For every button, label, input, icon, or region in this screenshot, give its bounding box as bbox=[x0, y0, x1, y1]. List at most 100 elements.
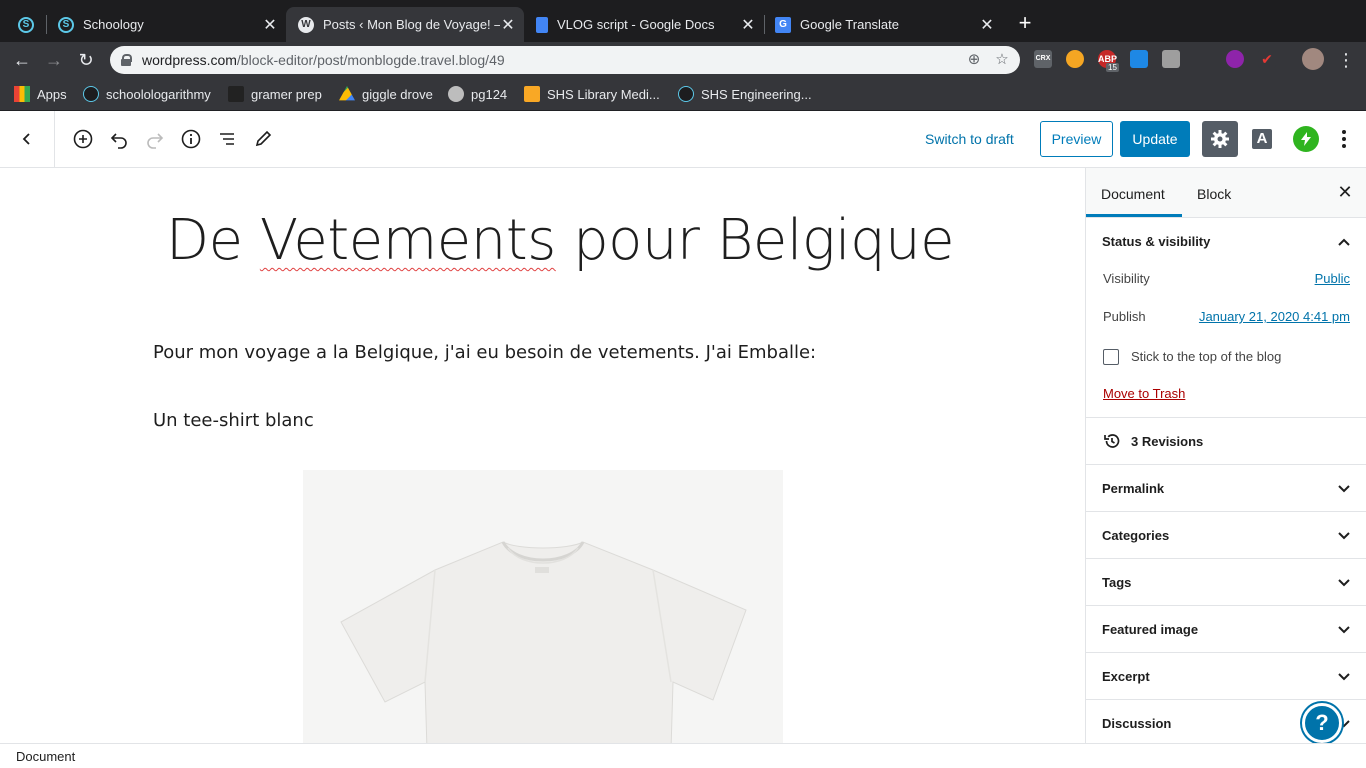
paragraph-block[interactable]: Un tee-shirt blanc bbox=[153, 410, 314, 431]
schoology-icon: S bbox=[18, 16, 34, 33]
close-sidebar-icon[interactable]: ✕ bbox=[1336, 182, 1354, 203]
bookmark-schoolologarithmy[interactable]: schoolologarithmy bbox=[83, 86, 211, 102]
update-button[interactable]: Update bbox=[1120, 121, 1190, 157]
divider bbox=[1086, 417, 1366, 418]
add-circle-icon[interactable]: ⊕ bbox=[964, 50, 984, 70]
block-navigation-button[interactable] bbox=[215, 127, 239, 151]
move-to-trash-button[interactable]: Move to Trash bbox=[1103, 386, 1185, 401]
breadcrumb-document[interactable]: Document bbox=[16, 749, 75, 764]
tab-document[interactable]: Document bbox=[1101, 186, 1165, 202]
divider bbox=[1086, 558, 1366, 559]
bookmark-label: schoolologarithmy bbox=[106, 86, 211, 102]
tab-google-translate[interactable]: G Google Translate ✕ bbox=[775, 7, 995, 42]
undo-button[interactable] bbox=[107, 127, 131, 151]
close-tab-icon[interactable]: ✕ bbox=[979, 15, 995, 35]
close-tab-icon[interactable]: ✕ bbox=[500, 15, 516, 35]
stick-to-top-checkbox[interactable] bbox=[1103, 349, 1119, 365]
bookmarks-bar: Apps schoolologarithmy gramer prep giggl… bbox=[0, 78, 1366, 111]
tab-schoology[interactable]: S Schoology ✕ bbox=[58, 7, 278, 42]
tab-title: VLOG script - Google Docs bbox=[557, 17, 715, 32]
panel-categories[interactable]: Categories bbox=[1102, 528, 1169, 543]
plus-circle-icon bbox=[73, 129, 93, 149]
status-visibility-header[interactable]: Status & visibility bbox=[1102, 234, 1210, 249]
back-to-posts-button[interactable] bbox=[0, 111, 55, 167]
forward-arrow-icon[interactable]: → bbox=[42, 48, 66, 72]
post-title[interactable]: De Vetements pour Belgique bbox=[166, 208, 955, 273]
panel-discussion[interactable]: Discussion bbox=[1102, 716, 1171, 731]
stick-to-top-label[interactable]: Stick to the top of the blog bbox=[1131, 349, 1281, 364]
chevron-left-icon bbox=[22, 133, 30, 145]
bookmark-giggle-drove[interactable]: giggle drove bbox=[339, 86, 433, 102]
chevron-down-icon[interactable] bbox=[1336, 622, 1352, 638]
browser-tabstrip: S S Schoology ✕ W Posts ‹ Mon Blog de Vo… bbox=[0, 0, 1366, 42]
tab-google-docs[interactable]: VLOG script - Google Docs ✕ bbox=[536, 7, 756, 42]
jetpack-bolt-icon bbox=[1301, 132, 1311, 146]
tab-wordpress-posts[interactable]: W Posts ‹ Mon Blog de Voyage! — ✕ bbox=[286, 7, 524, 42]
help-button[interactable]: ? bbox=[1302, 703, 1342, 743]
wordpress-icon: W bbox=[298, 16, 314, 33]
paragraph-block[interactable]: Pour mon voyage a la Belgique, j'ai eu b… bbox=[153, 342, 816, 363]
star-icon[interactable]: ☆ bbox=[992, 50, 1012, 70]
address-bar[interactable]: wordpress.com/block-editor/post/monblogd… bbox=[110, 46, 1020, 74]
close-tab-icon[interactable]: ✕ bbox=[262, 15, 278, 35]
tab-block[interactable]: Block bbox=[1197, 186, 1231, 202]
panel-permalink[interactable]: Permalink bbox=[1102, 481, 1164, 496]
panel-featured-image[interactable]: Featured image bbox=[1102, 622, 1198, 637]
history-icon bbox=[1104, 434, 1120, 448]
schoology-icon: S bbox=[58, 16, 74, 33]
pinned-tab[interactable]: S bbox=[18, 7, 38, 42]
bookmark-label: pg124 bbox=[471, 86, 508, 102]
tools-button[interactable] bbox=[251, 127, 275, 151]
browser-menu-icon[interactable]: ⋮ bbox=[1334, 48, 1358, 72]
bookmark-apps[interactable]: Apps bbox=[14, 86, 67, 102]
check-extension-icon[interactable]: ✔ bbox=[1258, 50, 1276, 68]
google-translate-icon: G bbox=[775, 16, 791, 33]
chevron-down-icon[interactable] bbox=[1336, 528, 1352, 544]
pencil-icon bbox=[255, 130, 272, 147]
bookmark-pg124[interactable]: pg124 bbox=[448, 86, 507, 102]
bookmark-gramer-prep[interactable]: gramer prep bbox=[228, 86, 322, 102]
reload-icon[interactable]: ↻ bbox=[74, 48, 98, 72]
back-arrow-icon[interactable]: ← bbox=[10, 48, 34, 72]
dot bbox=[1342, 144, 1346, 148]
color-extension-icon[interactable] bbox=[1226, 50, 1244, 68]
new-tab-button[interactable]: + bbox=[1014, 12, 1036, 34]
chevron-down-icon[interactable] bbox=[1336, 669, 1352, 685]
more-options-button[interactable] bbox=[1334, 127, 1354, 151]
owl-extension-icon[interactable] bbox=[1066, 50, 1084, 68]
profile-avatar[interactable] bbox=[1302, 48, 1324, 70]
bookmark-shs-library[interactable]: SHS Library Medi... bbox=[524, 86, 660, 102]
chevron-down-icon[interactable] bbox=[1336, 575, 1352, 591]
panel-tags[interactable]: Tags bbox=[1102, 575, 1131, 590]
url-domain: wordpress.com bbox=[142, 52, 237, 68]
tracker-extension-icon[interactable] bbox=[1130, 50, 1148, 68]
publish-date-toggle[interactable]: January 21, 2020 4:41 pm bbox=[1199, 309, 1350, 324]
lock-icon bbox=[121, 54, 132, 66]
a-style-button[interactable]: A bbox=[1252, 129, 1272, 149]
add-block-button[interactable] bbox=[71, 127, 95, 151]
visibility-toggle[interactable]: Public bbox=[1315, 271, 1350, 286]
chevron-down-icon[interactable] bbox=[1336, 481, 1352, 497]
schoology-icon bbox=[83, 86, 99, 102]
bookmark-label: Apps bbox=[37, 86, 67, 102]
settings-button[interactable] bbox=[1202, 121, 1238, 157]
content-structure-button[interactable] bbox=[179, 127, 203, 151]
library-icon bbox=[524, 86, 540, 102]
image-block[interactable] bbox=[303, 470, 783, 743]
panel-excerpt[interactable]: Excerpt bbox=[1102, 669, 1150, 684]
chevron-up-icon[interactable] bbox=[1336, 234, 1352, 250]
crx-extension-icon[interactable]: CRX bbox=[1034, 50, 1052, 68]
preview-button[interactable]: Preview bbox=[1040, 121, 1113, 157]
close-tab-icon[interactable]: ✕ bbox=[740, 15, 756, 35]
redo-button[interactable] bbox=[143, 127, 167, 151]
title-text: De bbox=[166, 208, 260, 273]
switch-to-draft-button[interactable]: Switch to draft bbox=[925, 131, 1014, 147]
url-text[interactable]: wordpress.com/block-editor/post/monblogd… bbox=[142, 52, 964, 68]
redo-icon bbox=[147, 133, 164, 149]
active-tab-indicator bbox=[1086, 214, 1182, 217]
jetpack-button[interactable] bbox=[1293, 126, 1319, 152]
bookmark-shs-engineering[interactable]: SHS Engineering... bbox=[678, 86, 812, 102]
briefcase-extension-icon[interactable] bbox=[1162, 50, 1180, 68]
sidebar-tabs: Document Block ✕ bbox=[1086, 168, 1366, 218]
revisions-link[interactable]: 3 Revisions bbox=[1131, 434, 1203, 449]
